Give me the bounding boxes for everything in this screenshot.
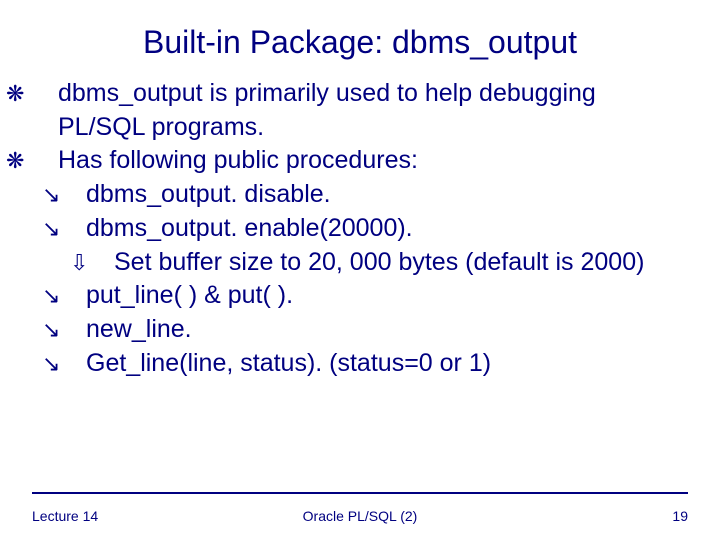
bullet-text: Has following public procedures: — [58, 146, 418, 174]
sub-item: ↘dbms_output. enable(20000). — [32, 212, 688, 246]
arrow-icon: ↘ — [64, 349, 86, 379]
arrow-icon: ↘ — [64, 214, 86, 244]
footer-divider — [32, 492, 688, 494]
bullet-item: ❋Has following public procedures: — [32, 144, 688, 178]
slide-title: Built-in Package: dbms_output — [32, 24, 688, 61]
bullet-text: dbms_output is primarily used to help de… — [58, 79, 596, 141]
sub-text: dbms_output. enable(20000). — [86, 214, 413, 242]
sub-item: ↘Get_line(line, status). (status=0 or 1) — [32, 347, 688, 381]
arrow-icon: ↘ — [64, 180, 86, 210]
sub-item: ↘new_line. — [32, 313, 688, 347]
slide-content: ❋dbms_output is primarily used to help d… — [32, 77, 688, 381]
bullet-icon: ❋ — [32, 79, 58, 109]
subsub-text: Set buffer size to 20, 000 bytes (defaul… — [114, 248, 644, 276]
bullet-icon: ❋ — [32, 146, 58, 176]
sub-item: ↘dbms_output. disable. — [32, 178, 688, 212]
footer: Lecture 14 Oracle PL/SQL (2) 19 — [32, 508, 688, 524]
sub-text: dbms_output. disable. — [86, 180, 331, 208]
arrow-icon: ↘ — [64, 281, 86, 311]
down-arrow-icon: ⇩ — [92, 248, 114, 278]
arrow-icon: ↘ — [64, 315, 86, 345]
sub-item: ↘put_line( ) & put( ). — [32, 279, 688, 313]
sub-text: put_line( ) & put( ). — [86, 281, 293, 309]
sub-text: new_line. — [86, 315, 192, 343]
sub-text: Get_line(line, status). (status=0 or 1) — [86, 349, 491, 377]
footer-center: Oracle PL/SQL (2) — [32, 508, 688, 524]
subsub-item: ⇩Set buffer size to 20, 000 bytes (defau… — [32, 246, 688, 280]
bullet-item: ❋dbms_output is primarily used to help d… — [32, 77, 688, 145]
